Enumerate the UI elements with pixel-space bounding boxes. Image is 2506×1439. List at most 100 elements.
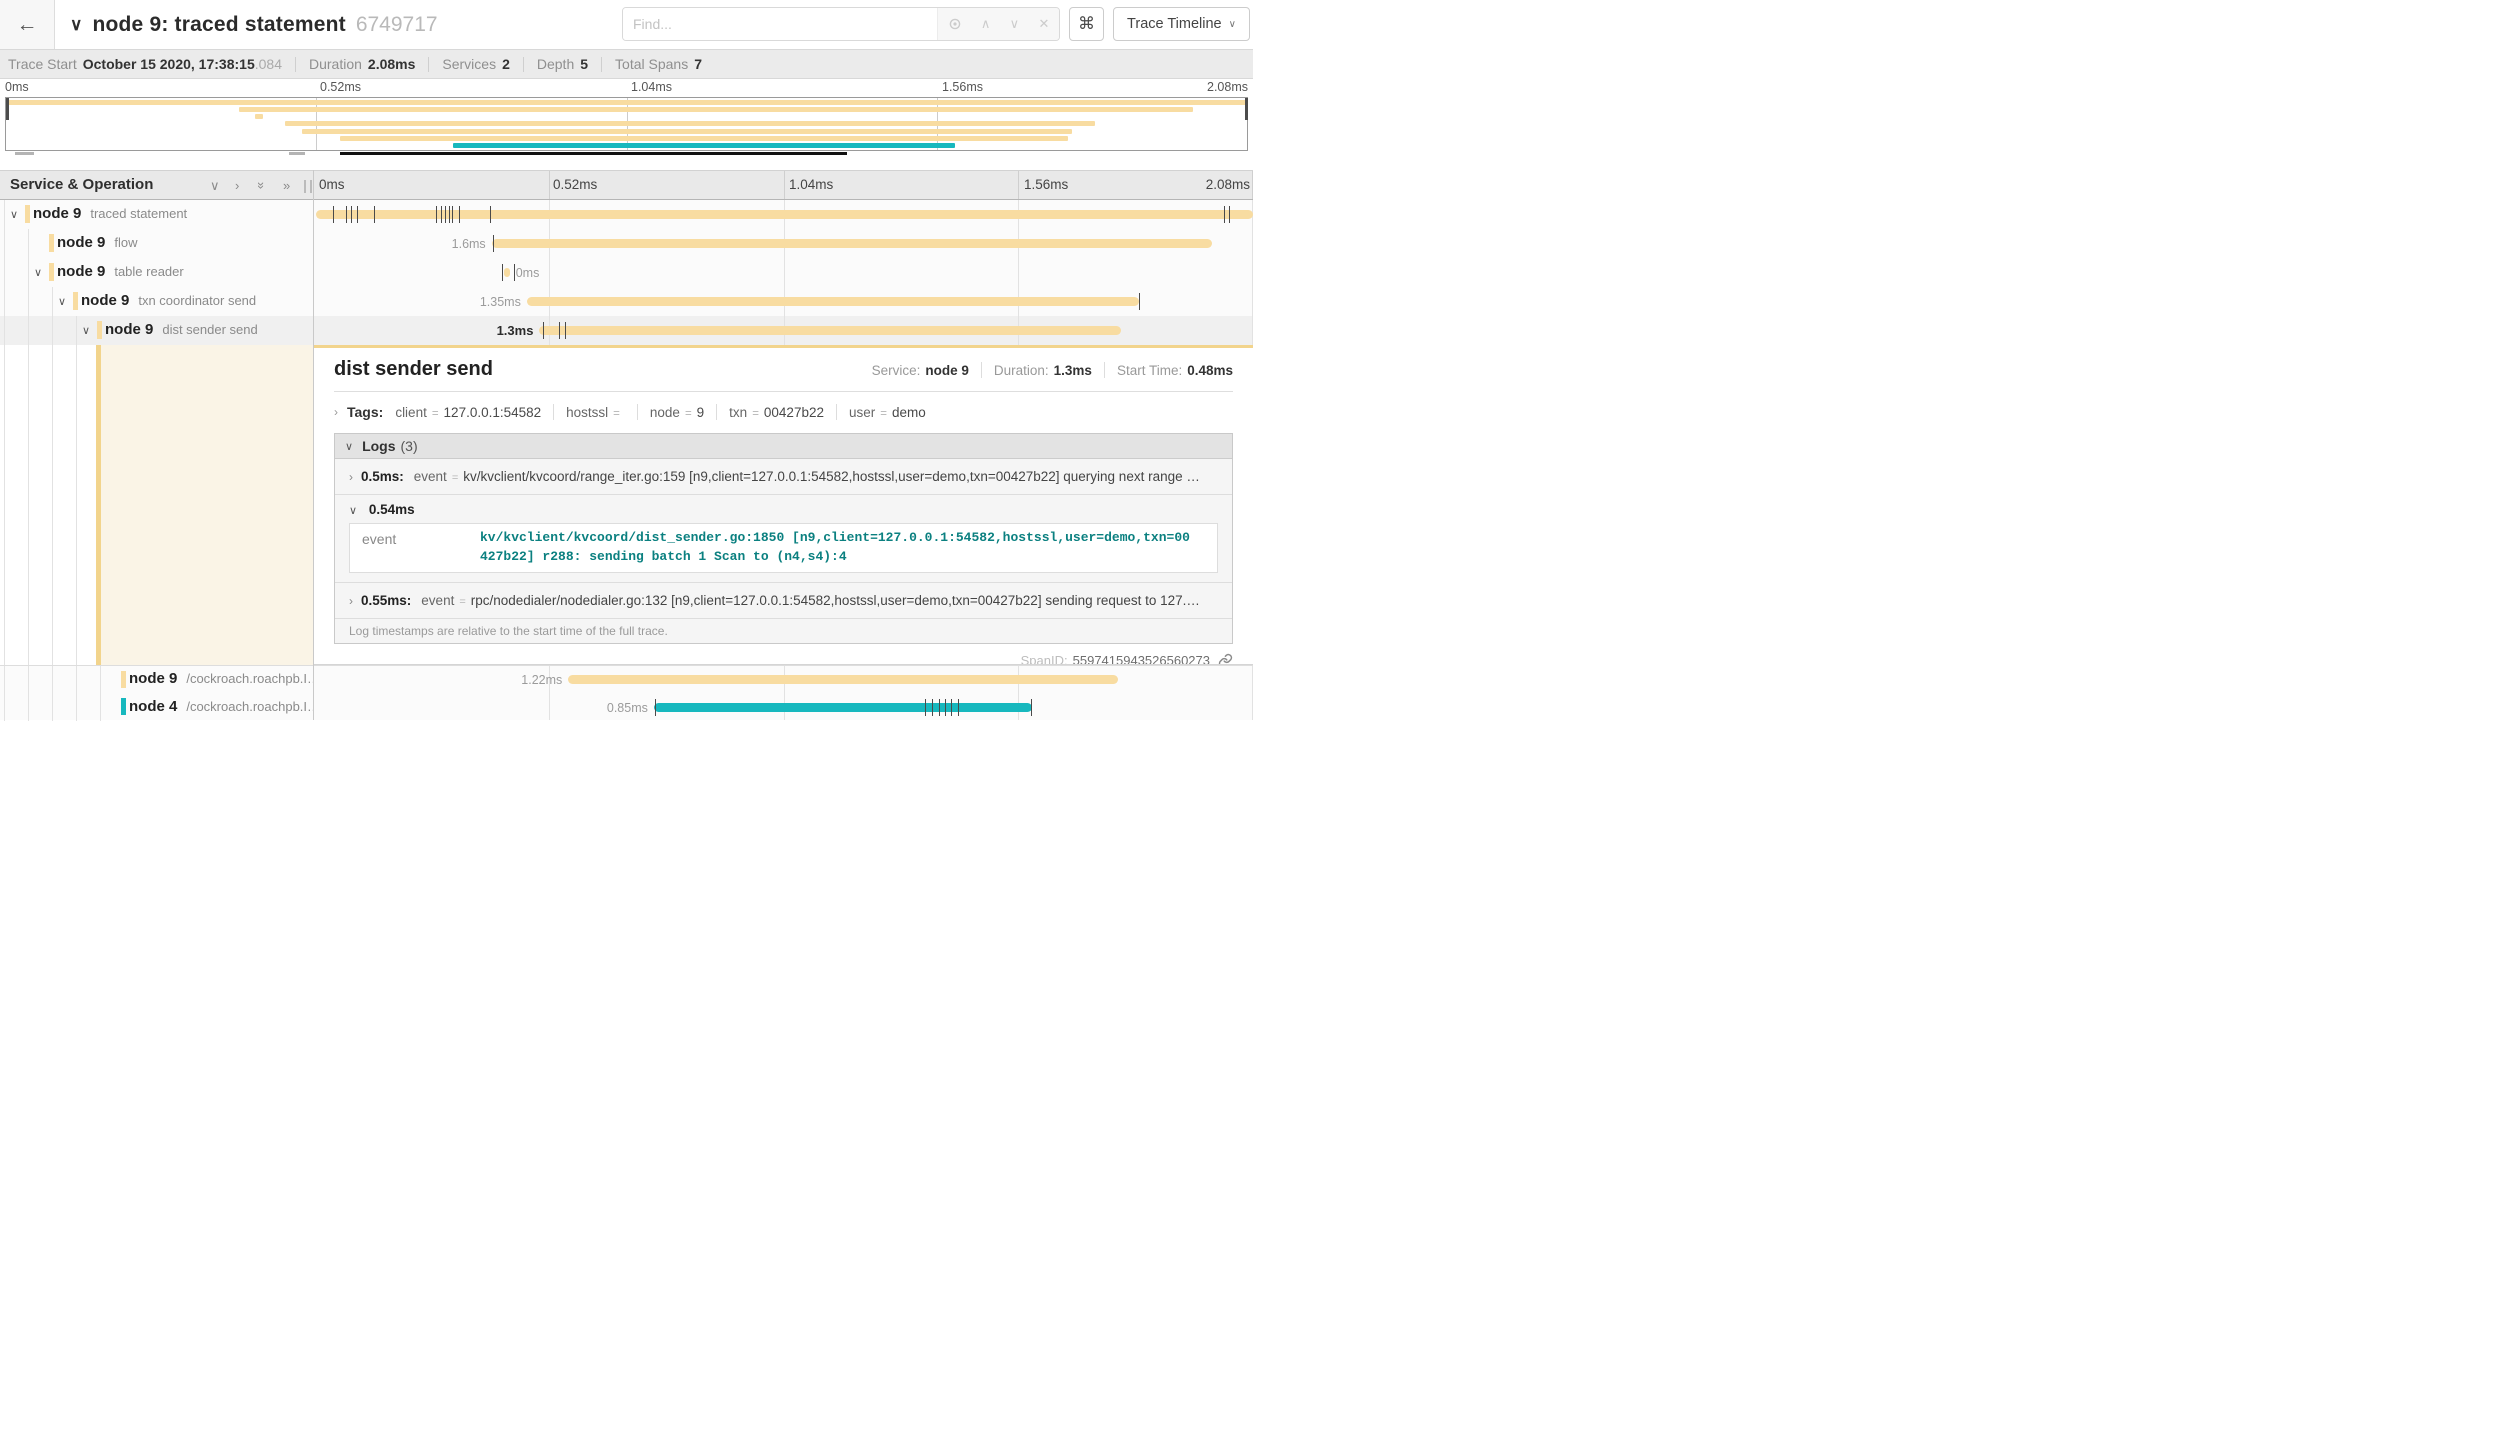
operation-name: table reader [114,264,183,279]
log-marker [925,699,926,716]
divider [836,404,837,420]
span-duration-bar[interactable] [504,268,509,277]
indent-guide [52,666,53,694]
service-name: node 9dist sender send [105,321,258,338]
span-duration-bar[interactable] [492,239,1213,248]
span-bar[interactable]: 1.35ms [313,287,1253,316]
service-operation-header: Service & Operation [10,176,153,193]
log-timestamp: 0.5ms: [361,469,404,484]
gridline [1018,171,1019,199]
span-duration-bar[interactable] [568,675,1118,684]
keyboard-shortcuts-button[interactable]: ⌘ [1069,7,1104,41]
span-rows: ∨ node 9traced statement node 9flow 1.6m… [0,200,1253,345]
tags-row[interactable]: › Tags: client=127.0.0.1:54582 hostssl= … [334,401,1233,423]
indent-guide [28,345,29,665]
next-result-icon[interactable]: ∨ [1010,16,1020,32]
link-icon[interactable] [1218,653,1233,665]
service-color-chip [97,321,102,339]
indent-guide [4,345,5,665]
expand-log-icon[interactable]: › [349,470,353,484]
gridline [1252,171,1253,199]
minimap-scrubber-handle[interactable] [1245,98,1248,120]
span-detail-region: dist sender send Service:node 9 Duration… [0,345,1253,665]
prev-result-icon[interactable]: ∧ [981,16,991,32]
log-entry[interactable]: › 0.5ms: event = kv/kvclient/kvcoord/ran… [335,459,1232,494]
log-marker [565,322,566,339]
tag: hostssl= [566,405,625,420]
collapse-span-icon[interactable]: ∨ [34,266,42,279]
collapse-span-icon[interactable]: ∨ [58,295,66,308]
log-marker [945,699,946,716]
span-duration-bar[interactable] [527,297,1139,306]
span-duration-bar[interactable] [654,703,1032,712]
log-entry-expanded[interactable]: ∨ 0.54ms [335,495,1232,521]
span-duration-bar[interactable] [539,326,1120,335]
ruler-tick: 1.04ms [789,177,833,192]
minimap-scrollbar[interactable] [5,152,1248,156]
detail-span-title: dist sender send [334,358,872,381]
log-field-key: event [362,529,480,567]
log-entry[interactable]: › 0.55ms: event = rpc/nodedialer/nodedia… [335,583,1232,618]
collapse-span-icon[interactable]: ∨ [82,324,90,337]
trace-id: 6749717 [356,13,438,37]
span-name-cell[interactable]: ∨ node 9table reader [0,258,313,287]
expand-one-icon[interactable]: › [235,178,239,193]
minimap-scrubber-handle[interactable] [6,98,9,120]
operation-name: dist sender send [162,322,257,337]
expand-all-icon[interactable]: » [283,178,290,193]
back-button[interactable]: ← [0,0,55,49]
collapse-logs-icon[interactable]: ∨ [345,440,353,453]
span-name-cell[interactable]: node 4/cockroach.roachpb.I… [0,694,313,722]
span-name-cell[interactable]: ∨ node 9dist sender send [0,316,313,345]
column-resize-handle[interactable] [304,180,312,193]
span-name-cell[interactable]: ∨ node 9txn coordinator send [0,287,313,316]
collapse-all-icon[interactable]: » [254,182,269,189]
service-color-chip [25,205,30,223]
span-bar[interactable]: 0ms [313,258,1253,287]
span-row[interactable]: ∨ node 9traced statement [0,200,1253,229]
log-marker [932,699,933,716]
divider [716,404,717,420]
divider [428,57,429,72]
span-bar[interactable] [313,200,1253,229]
span-bar[interactable]: 1.6ms [313,229,1253,258]
collapse-trace-icon[interactable]: ∨ [70,15,82,35]
span-name-cell[interactable]: node 9/cockroach.roachpb.I… [0,666,313,694]
log-field-key: event [414,469,447,484]
locate-icon[interactable] [948,17,962,31]
logs-header[interactable]: ∨ Logs (3) [335,434,1232,459]
span-row[interactable]: node 9/cockroach.roachpb.I… 1.22ms [0,666,1253,694]
span-row[interactable]: ∨ node 9table reader 0ms [0,258,1253,287]
span-bar[interactable]: 1.3ms [313,316,1253,345]
span-name-cell[interactable]: node 9flow [0,229,313,258]
span-name-cell[interactable]: ∨ node 9traced statement [0,200,313,229]
trace-minimap[interactable] [5,97,1248,151]
span-color-strip [314,345,1253,348]
service-name: node 9txn coordinator send [81,292,256,309]
logs-count: (3) [401,438,418,454]
clear-search-icon[interactable]: ✕ [1038,16,1049,32]
span-bar[interactable]: 1.22ms [313,666,1253,694]
expand-tags-icon[interactable]: › [334,405,338,419]
minimap-scroll-thumb[interactable] [340,152,847,155]
minimap-scroll-mark [15,152,34,155]
span-row[interactable]: node 4/cockroach.roachpb.I… 0.85ms [0,694,1253,722]
collapse-one-icon[interactable]: ∨ [210,178,220,193]
span-row-selected[interactable]: ∨ node 9dist sender send 1.3ms [0,316,1253,345]
detail-duration-stat: Duration:1.3ms [994,363,1092,378]
collapse-log-icon[interactable]: ∨ [349,505,357,517]
span-row[interactable]: node 9flow 1.6ms [0,229,1253,258]
span-bar[interactable]: 0.85ms [313,694,1253,722]
log-marker [958,699,959,716]
ruler-tick: 2.08ms [1206,177,1250,192]
view-selector-button[interactable]: Trace Timeline ∨ [1113,7,1250,41]
expand-log-icon[interactable]: › [349,594,353,608]
collapse-span-icon[interactable]: ∨ [10,208,18,221]
service-name: node 9table reader [57,263,184,280]
find-input[interactable] [623,8,937,40]
span-row[interactable]: ∨ node 9txn coordinator send 1.35ms [0,287,1253,316]
indent-guide [28,287,29,316]
span-duration-bar[interactable] [316,210,1253,219]
summary-value: October 15 2020, 17:38:15.084 [83,56,282,72]
indent-guide [52,316,53,345]
